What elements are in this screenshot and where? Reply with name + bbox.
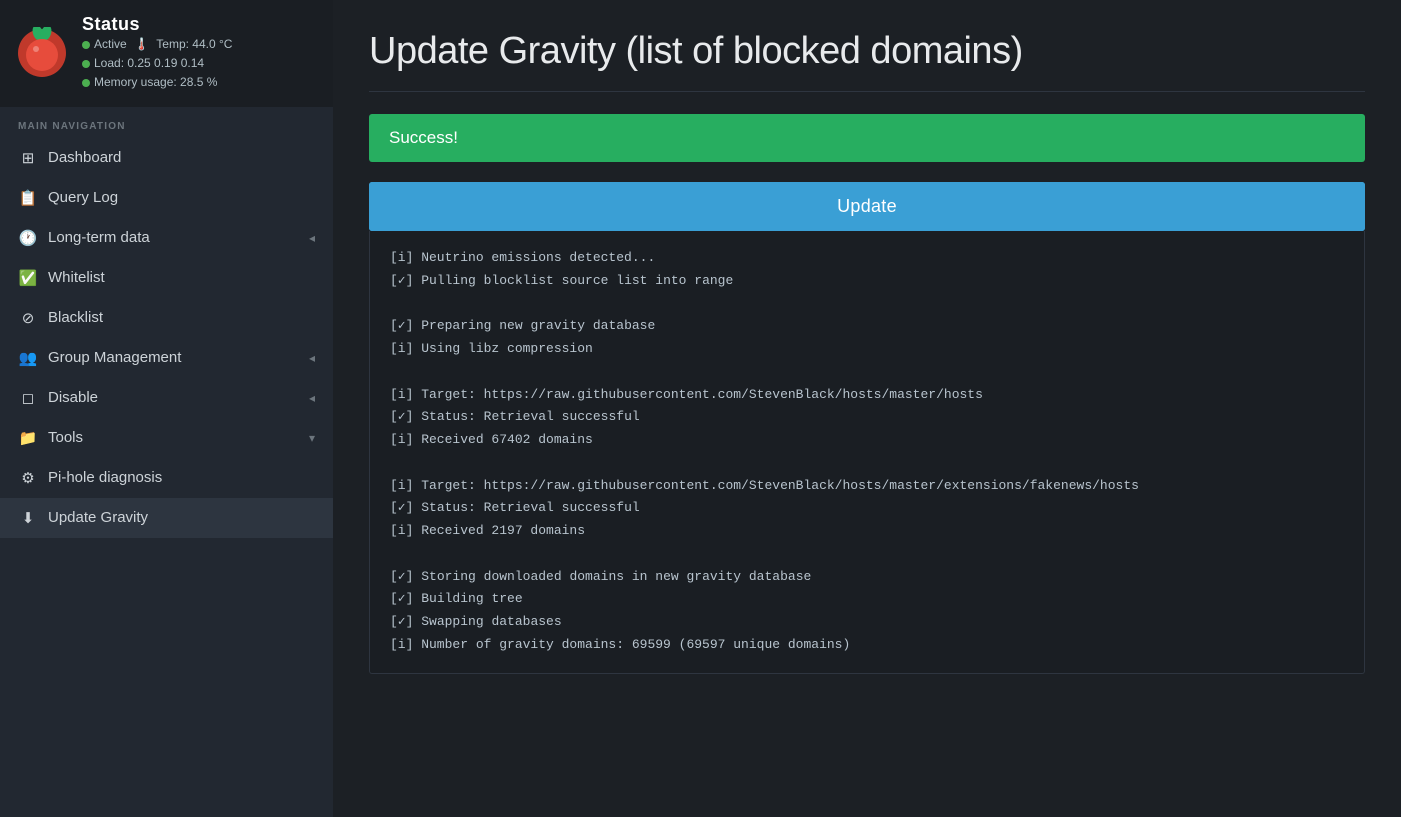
sidebar-item-blacklist[interactable]: ⊘ Blacklist: [0, 298, 333, 338]
pihole-logo: [16, 27, 68, 79]
sidebar-item-update-gravity[interactable]: ⬇ Update Gravity: [0, 498, 333, 538]
sidebar-item-label-group-management: Group Management: [48, 349, 181, 366]
active-dot: [82, 41, 90, 49]
update-gravity-icon: ⬇: [18, 509, 38, 527]
pi-hole-diagnosis-icon: ⚙: [18, 469, 38, 487]
sidebar-item-disable[interactable]: ◻ Disable ◂: [0, 378, 333, 418]
sidebar-item-query-log[interactable]: 📋 Query Log: [0, 178, 333, 218]
sidebar-item-label-disable: Disable: [48, 389, 98, 406]
update-btn-container: Update: [369, 182, 1365, 231]
page-title: Update Gravity (list of blocked domains): [369, 30, 1365, 73]
success-banner: Success!: [369, 114, 1365, 162]
load-dot: [82, 60, 90, 68]
sidebar-item-label-blacklist: Blacklist: [48, 309, 103, 326]
dashboard-icon: ⊞: [18, 149, 38, 167]
long-term-data-chevron-icon: ◂: [309, 231, 315, 245]
group-management-chevron-icon: ◂: [309, 351, 315, 365]
sidebar-item-long-term-data[interactable]: 🕐 Long-term data ◂: [0, 218, 333, 258]
sidebar-item-label-query-log: Query Log: [48, 189, 118, 206]
disable-chevron-icon: ◂: [309, 391, 315, 405]
log-output: [i] Neutrino emissions detected... [✓] P…: [369, 231, 1365, 674]
sidebar-item-label-tools: Tools: [48, 429, 83, 446]
sidebar-item-label-long-term-data: Long-term data: [48, 229, 150, 246]
sidebar: Status Active 🌡️ Temp: 44.0 °C Load: 0.2…: [0, 0, 333, 817]
long-term-data-icon: 🕐: [18, 229, 38, 247]
memory-dot: [82, 79, 90, 87]
nav-items-container: ⊞ Dashboard 📋 Query Log 🕐 Long-term data ◂ ✅ Whi…: [0, 138, 333, 538]
blacklist-icon: ⊘: [18, 309, 38, 327]
sidebar-title: Status: [82, 14, 232, 35]
sidebar-item-whitelist[interactable]: ✅ Whitelist: [0, 258, 333, 298]
update-button[interactable]: Update: [369, 182, 1365, 231]
sidebar-title-block: Status Active 🌡️ Temp: 44.0 °C Load: 0.2…: [82, 14, 232, 93]
sidebar-item-label-update-gravity: Update Gravity: [48, 509, 148, 526]
load-status: Load: 0.25 0.19 0.14: [82, 54, 232, 73]
active-status: Active 🌡️ Temp: 44.0 °C: [82, 35, 232, 54]
whitelist-icon: ✅: [18, 269, 38, 287]
tools-chevron-icon: ▾: [309, 431, 315, 445]
sidebar-item-group-management[interactable]: 👥 Group Management ◂: [0, 338, 333, 378]
memory-status: Memory usage: 28.5 %: [82, 73, 232, 92]
sidebar-item-dashboard[interactable]: ⊞ Dashboard: [0, 138, 333, 178]
sidebar-item-label-whitelist: Whitelist: [48, 269, 105, 286]
query-log-icon: 📋: [18, 189, 38, 207]
group-management-icon: 👥: [18, 349, 38, 367]
sidebar-item-pi-hole-diagnosis[interactable]: ⚙ Pi-hole diagnosis: [0, 458, 333, 498]
title-divider: [369, 91, 1365, 92]
sidebar-item-tools[interactable]: 📁 Tools ▾: [0, 418, 333, 458]
disable-icon: ◻: [18, 389, 38, 407]
tools-icon: 📁: [18, 429, 38, 447]
nav-section-label: MAIN NAVIGATION: [0, 107, 333, 138]
sidebar-header: Status Active 🌡️ Temp: 44.0 °C Load: 0.2…: [0, 0, 333, 107]
sidebar-item-label-dashboard: Dashboard: [48, 149, 121, 166]
sidebar-item-label-pi-hole-diagnosis: Pi-hole diagnosis: [48, 469, 162, 486]
main-content: Update Gravity (list of blocked domains)…: [333, 0, 1401, 817]
